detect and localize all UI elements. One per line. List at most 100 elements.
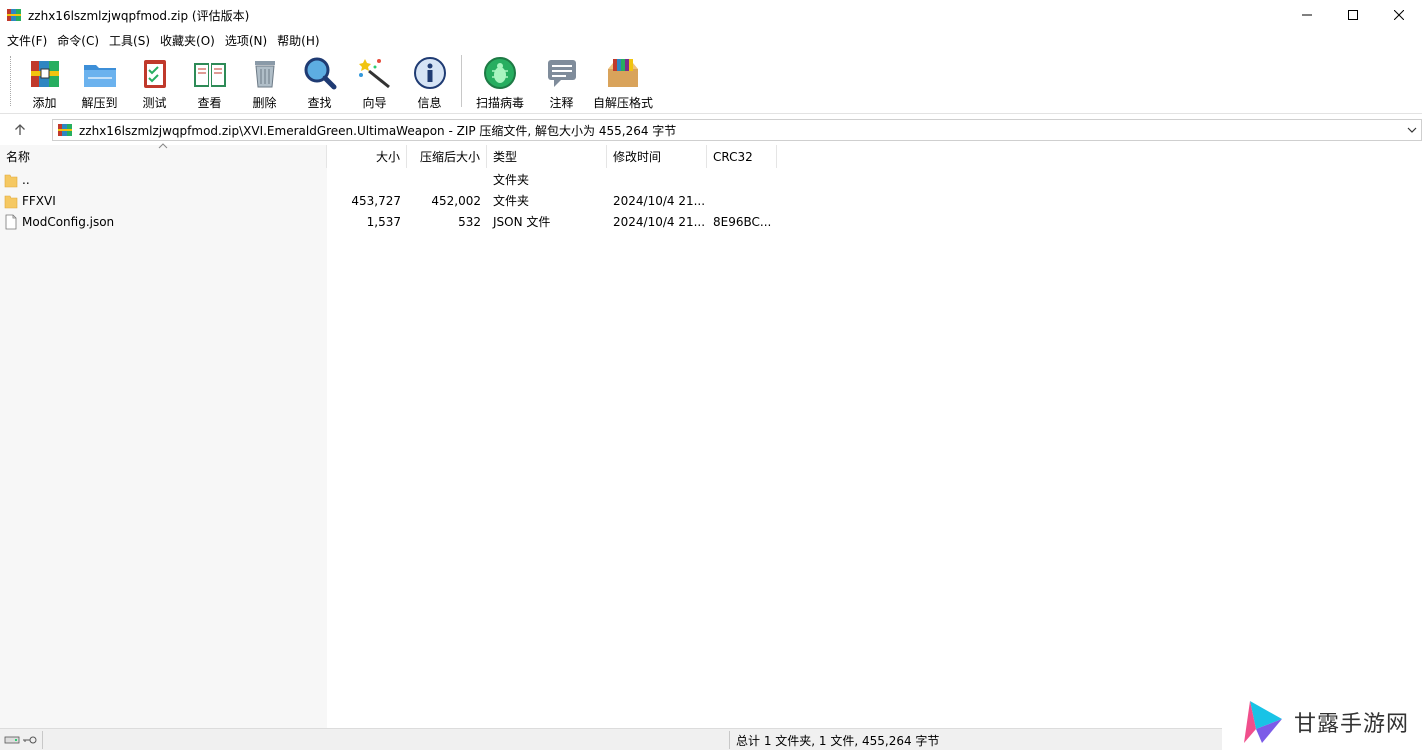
toolbar: 添加 解压到 测试 查看 删除 查找 向导 信息 扫描病毒 注释 自解压格式 xyxy=(0,50,1422,114)
status-divider xyxy=(729,731,730,749)
column-size[interactable]: 大小 xyxy=(327,145,407,168)
file-name-cell: ModConfig.json xyxy=(0,214,327,230)
menu-options[interactable]: 选项(N) xyxy=(220,32,272,49)
view-label: 查看 xyxy=(197,96,222,110)
column-header: 名称 大小 压缩后大小 类型 修改时间 CRC32 xyxy=(0,143,1422,168)
comment-button[interactable]: 注释 xyxy=(534,50,589,112)
file-name: .. xyxy=(22,172,30,187)
path-field[interactable]: zzhx16lszmlzjwqpfmod.zip\XVI.EmeraldGree… xyxy=(52,119,1422,141)
sfx-box-icon xyxy=(608,59,638,87)
file-crc: 8E96BC... xyxy=(713,214,772,229)
wizard-button[interactable]: 向导 xyxy=(347,50,402,112)
extract-to-icon xyxy=(83,65,116,87)
toolbar-separator xyxy=(461,55,462,107)
close-icon xyxy=(1394,10,1404,20)
sfx-button[interactable]: 自解压格式 xyxy=(589,50,657,112)
folder-icon xyxy=(4,195,18,208)
table-row[interactable]: FFXVI 453,727 452,002 文件夹 2024/10/4 21..… xyxy=(0,190,1422,211)
info-label: 信息 xyxy=(417,96,442,110)
extract-to-button[interactable]: 解压到 xyxy=(72,50,127,112)
test-label: 测试 xyxy=(142,96,167,110)
chevron-down-icon[interactable] xyxy=(1405,123,1419,137)
info-icon xyxy=(413,57,446,89)
column-size-label: 大小 xyxy=(375,150,400,164)
minimize-button[interactable] xyxy=(1284,0,1330,30)
virus-scan-label: 扫描病毒 xyxy=(475,96,524,110)
zip-archive-icon xyxy=(58,124,72,136)
view-book-icon xyxy=(193,63,226,87)
column-type-label: 类型 xyxy=(493,150,518,164)
column-crc[interactable]: CRC32 xyxy=(707,145,777,168)
winrar-app-icon[interactable] xyxy=(6,7,22,23)
file-name: FFXVI xyxy=(22,193,56,208)
drive-icon[interactable] xyxy=(4,735,20,745)
file-type: JSON 文件 xyxy=(493,215,551,229)
menu-tools[interactable]: 工具(S) xyxy=(104,32,155,49)
arrow-up-icon xyxy=(15,124,25,135)
menu-commands[interactable]: 命令(C) xyxy=(52,32,104,49)
title-bar: zzhx16lszmlzjwqpfmod.zip (评估版本) xyxy=(0,0,1422,30)
column-name[interactable]: 名称 xyxy=(0,143,327,168)
close-button[interactable] xyxy=(1376,0,1422,30)
virus-scan-icon xyxy=(484,57,516,89)
maximize-button[interactable] xyxy=(1330,0,1376,30)
info-button[interactable]: 信息 xyxy=(402,50,457,112)
status-bar: 总计 1 文件夹, 1 文件, 455,264 字节 xyxy=(0,728,1422,750)
path-text: zzhx16lszmlzjwqpfmod.zip\XVI.EmeraldGree… xyxy=(79,123,677,138)
column-packed-label: 压缩后大小 xyxy=(419,150,480,164)
sfx-label: 自解压格式 xyxy=(592,96,653,110)
file-type: 文件夹 xyxy=(493,194,530,208)
column-modified[interactable]: 修改时间 xyxy=(607,145,707,168)
file-size: 453,727 xyxy=(351,193,401,208)
column-crc-label: CRC32 xyxy=(713,149,753,164)
menu-bar: 文件(F) 命令(C) 工具(S) 收藏夹(O) 选项(N) 帮助(H) xyxy=(0,30,1422,50)
status-summary: 总计 1 文件夹, 1 文件, 455,264 字节 xyxy=(736,734,940,748)
table-row[interactable]: ModConfig.json 1,537 532 JSON 文件 2024/10… xyxy=(0,211,1422,232)
trash-icon xyxy=(254,61,275,88)
watermark: 甘露手游网 xyxy=(1222,693,1422,750)
column-type[interactable]: 类型 xyxy=(487,145,607,168)
column-modified-label: 修改时间 xyxy=(613,150,662,164)
wizard-label: 向导 xyxy=(362,96,387,110)
watermark-logo-icon xyxy=(1244,700,1282,743)
column-packed[interactable]: 压缩后大小 xyxy=(407,145,487,168)
maximize-icon xyxy=(1348,10,1358,20)
up-folder-button[interactable] xyxy=(0,116,40,144)
test-button[interactable]: 测试 xyxy=(127,50,182,112)
comment-label: 注释 xyxy=(549,96,574,110)
toolbar-grip[interactable] xyxy=(10,56,13,106)
file-name-cell: FFXVI xyxy=(0,193,327,209)
menu-help[interactable]: 帮助(H) xyxy=(272,32,324,49)
file-modified: 2024/10/4 21... xyxy=(613,214,706,229)
file-modified: 2024/10/4 21... xyxy=(613,193,706,208)
delete-button[interactable]: 删除 xyxy=(237,50,292,112)
sort-ascending-icon xyxy=(158,143,168,149)
file-name-cell: .. xyxy=(0,172,327,188)
file-packed: 452,002 xyxy=(431,193,481,208)
key-icon[interactable] xyxy=(22,735,38,745)
comment-icon xyxy=(547,60,576,87)
status-divider xyxy=(42,731,43,749)
add-button[interactable]: 添加 xyxy=(17,50,72,112)
file-type: 文件夹 xyxy=(493,173,530,187)
wizard-wand-icon xyxy=(358,59,390,89)
add-archive-icon xyxy=(30,61,59,87)
file-list: 名称 大小 压缩后大小 类型 修改时间 CRC32 .. 文件夹 FFXVI 4… xyxy=(0,143,1422,728)
watermark-text: 甘露手游网 xyxy=(1294,711,1410,737)
virus-scan-button[interactable]: 扫描病毒 xyxy=(466,50,534,112)
delete-label: 删除 xyxy=(252,96,277,110)
find-label: 查找 xyxy=(307,96,332,110)
file-name: ModConfig.json xyxy=(22,214,115,229)
extract-to-label: 解压到 xyxy=(81,96,118,110)
table-row[interactable]: .. 文件夹 xyxy=(0,169,1422,190)
test-icon xyxy=(143,60,166,88)
menu-favorites[interactable]: 收藏夹(O) xyxy=(155,32,220,49)
find-button[interactable]: 查找 xyxy=(292,50,347,112)
view-button[interactable]: 查看 xyxy=(182,50,237,112)
magnifier-icon xyxy=(304,57,336,90)
menu-file[interactable]: 文件(F) xyxy=(2,32,52,49)
window-controls xyxy=(1284,0,1422,30)
file-packed: 532 xyxy=(458,214,481,229)
minimize-icon xyxy=(1302,14,1312,16)
folder-icon xyxy=(4,174,18,187)
